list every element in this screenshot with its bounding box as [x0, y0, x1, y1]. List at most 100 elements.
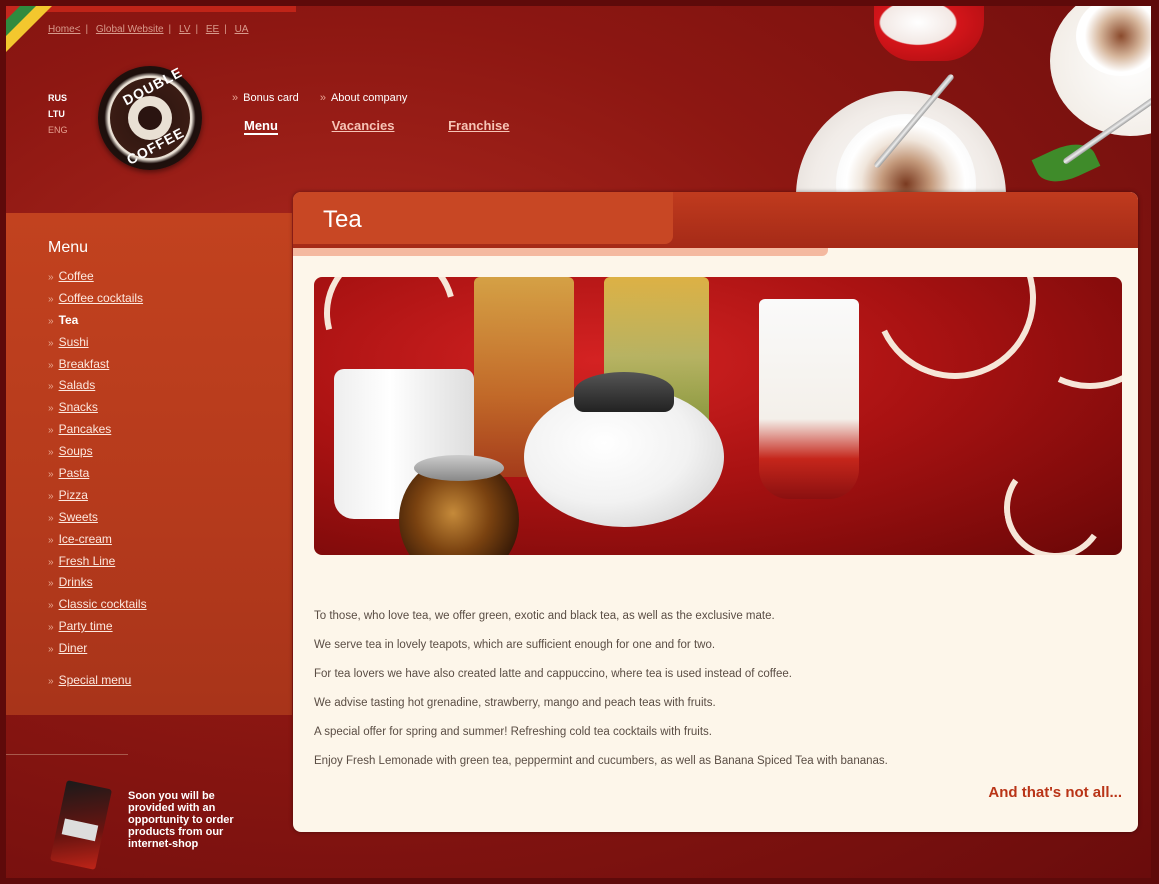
coffee-package-image[interactable] — [49, 780, 113, 870]
arrow-icon: » — [48, 556, 54, 568]
menu-link-breakfast[interactable]: Breakfast — [59, 357, 110, 371]
page: Home< | Global Website | LV | EE | UA RUS LT… — [6, 6, 1151, 878]
flag-decoration-red — [6, 6, 20, 20]
menu-item-diner: » Diner — [48, 641, 147, 663]
menu-item-snacks: » Snacks — [48, 400, 147, 422]
language-switcher: RUS LTU ENG — [48, 90, 68, 138]
arrow-icon: » — [48, 337, 54, 349]
nav-menu[interactable]: Menu — [244, 118, 278, 135]
arrow-icon: » — [48, 600, 54, 612]
teapot-lid-image — [574, 372, 674, 412]
arrow-icon: » — [48, 293, 54, 305]
page-title: Tea — [323, 206, 362, 233]
logo-cup — [138, 106, 162, 130]
content-text: To those, who love tea, we offer green, … — [314, 610, 1114, 784]
menu-item-fresh-line: » Fresh Line — [48, 554, 147, 576]
divider — [6, 754, 128, 755]
nav-secondary: » Bonus card » About company — [232, 92, 425, 104]
top-link-lv[interactable]: LV — [179, 24, 191, 35]
top-links: Home< | Global Website | LV | EE | UA — [48, 24, 249, 35]
menu-item-soups: » Soups — [48, 444, 147, 466]
menu-item-pasta: » Pasta — [48, 466, 147, 488]
panel-header: Tea — [293, 192, 1138, 256]
lang-ltu[interactable]: LTU — [48, 106, 68, 122]
package-label — [61, 818, 99, 842]
paragraph: A special offer for spring and summer! R… — [314, 726, 712, 738]
arrow-icon: » — [48, 578, 54, 590]
top-link-ua[interactable]: UA — [235, 24, 249, 35]
menu-item-drinks: » Drinks — [48, 575, 147, 597]
menu-link-diner[interactable]: Diner — [59, 641, 88, 655]
panel-header-underbar — [293, 248, 828, 256]
menu-link-salads[interactable]: Salads — [59, 378, 96, 392]
ring-box-image — [874, 6, 984, 61]
sidebar-menu: Menu » Coffee » Coffee cocktails » Tea » Sus… — [6, 213, 292, 715]
arrow-icon: » — [48, 403, 54, 415]
menu-link-party-time[interactable]: Party time — [59, 619, 113, 633]
menu-link-fresh-line[interactable]: Fresh Line — [59, 554, 116, 568]
nav-primary: Menu Vacancies Franchise — [244, 118, 560, 135]
top-link-global-website[interactable]: Global Website — [96, 24, 164, 35]
arrow-icon: » — [48, 359, 54, 371]
internet-shop-promo[interactable]: Soon you will be provided with an opport… — [128, 790, 258, 850]
menu-link-coffee-cocktails[interactable]: Coffee cocktails — [59, 291, 144, 305]
paragraph: For tea lovers we have also created latt… — [314, 668, 792, 680]
double-coffee-logo[interactable]: DOUBLE COFFEE — [98, 64, 202, 170]
sidebar-title: Menu — [48, 239, 89, 256]
nav-bonus-card-label: Bonus card — [243, 92, 299, 104]
paragraph: We serve tea in lovely teapots, which ar… — [314, 639, 716, 651]
menu-link-pancakes[interactable]: Pancakes — [59, 422, 112, 436]
arrow-icon: » — [48, 676, 54, 687]
swirl-decoration — [995, 448, 1115, 555]
menu-link-pizza[interactable]: Pizza — [59, 488, 88, 502]
menu-link-special[interactable]: Special menu — [59, 673, 132, 687]
top-link-ee[interactable]: EE — [206, 24, 219, 35]
lang-rus[interactable]: RUS — [48, 90, 68, 106]
menu-link-pasta[interactable]: Pasta — [59, 466, 90, 480]
nav-bonus-card[interactable]: » Bonus card — [232, 92, 299, 104]
menu-item-special: » Special menu — [48, 673, 131, 687]
menu-item-party-time: » Party time — [48, 619, 147, 641]
menu-link-tea[interactable]: Tea — [59, 313, 79, 327]
menu-item-sushi: » Sushi — [48, 335, 147, 357]
menu-link-drinks[interactable]: Drinks — [59, 575, 93, 589]
menu-item-coffee: » Coffee — [48, 269, 147, 291]
menu-link-ice-cream[interactable]: Ice-cream — [59, 532, 112, 546]
paragraph: To those, who love tea, we offer green, … — [314, 610, 775, 622]
menu-item-pancakes: » Pancakes — [48, 422, 147, 444]
top-link-home[interactable]: Home< — [48, 24, 81, 35]
menu-link-sweets[interactable]: Sweets — [59, 510, 98, 524]
arrow-icon: » — [48, 447, 54, 459]
paragraph: Enjoy Fresh Lemonade with green tea, pep… — [314, 755, 888, 767]
menu-item-pizza: » Pizza — [48, 488, 147, 510]
menu-link-snacks[interactable]: Snacks — [59, 400, 98, 414]
nav-about-company[interactable]: » About company — [320, 92, 408, 104]
tea-latte-image — [759, 299, 859, 499]
menu-item-sweets: » Sweets — [48, 510, 147, 532]
menu-link-coffee[interactable]: Coffee — [59, 269, 94, 283]
nav-franchise[interactable]: Franchise — [448, 118, 509, 133]
menu-item-salads: » Salads — [48, 378, 147, 400]
arrow-icon: » — [48, 534, 54, 546]
more-link[interactable]: And that's not all... — [988, 784, 1122, 801]
arrow-icon: » — [48, 622, 54, 634]
menu-item-classic-cocktails: » Classic cocktails — [48, 597, 147, 619]
arrow-icon: » — [48, 512, 54, 524]
menu-item-ice-cream: » Ice-cream — [48, 532, 147, 554]
menu-link-soups[interactable]: Soups — [59, 444, 93, 458]
menu-item-tea: » Tea — [48, 313, 147, 335]
arrow-icon: » — [48, 315, 54, 327]
arrow-icon: » — [48, 469, 54, 481]
tea-hero-image — [314, 277, 1122, 555]
arrow-icon: » — [48, 644, 54, 656]
content-panel: Tea To those, who love tea, we offer gre… — [293, 192, 1138, 832]
menu-link-classic-cocktails[interactable]: Classic cocktails — [59, 597, 147, 611]
nav-about-company-label: About company — [330, 92, 408, 104]
nav-vacancies[interactable]: Vacancies — [332, 118, 395, 133]
lang-eng[interactable]: ENG — [48, 122, 68, 138]
menu-link-sushi[interactable]: Sushi — [59, 335, 89, 349]
menu-list: » Coffee » Coffee cocktails » Tea » Sushi » B… — [48, 269, 147, 663]
arrow-icon: » — [48, 272, 54, 283]
menu-item-coffee-cocktails: » Coffee cocktails — [48, 291, 147, 313]
arrow-icon: » — [232, 92, 239, 104]
